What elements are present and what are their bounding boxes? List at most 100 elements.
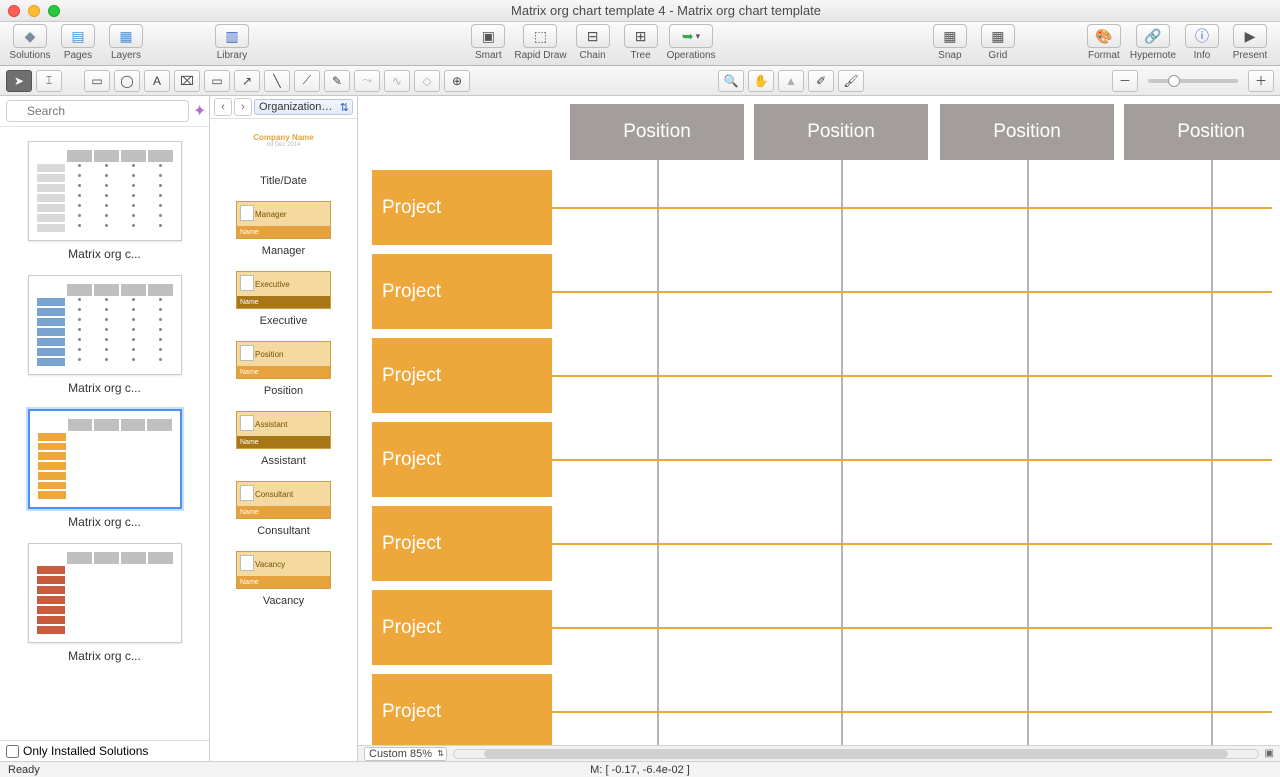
template-thumbnail-label: Matrix org c... bbox=[14, 515, 195, 529]
info-icon: ⓘ bbox=[1195, 26, 1209, 46]
callout-tool[interactable]: ▭ bbox=[204, 70, 230, 92]
library-shape[interactable]: ManagerNameManager bbox=[216, 199, 351, 257]
pen-icon: ✎ bbox=[332, 74, 342, 88]
template-thumbnail[interactable]: Matrix org c... bbox=[14, 275, 195, 395]
project-box[interactable]: Project bbox=[372, 338, 552, 413]
eyedropper-tool[interactable]: ✐ bbox=[808, 70, 834, 92]
zoom-in-button[interactable]: ＋ bbox=[1248, 70, 1274, 92]
text-select-tool[interactable]: ⌶ bbox=[36, 70, 62, 92]
text-tool[interactable]: A bbox=[144, 70, 170, 92]
layers-icon: ▦ bbox=[119, 28, 132, 45]
rectangle-tool[interactable]: ▭ bbox=[84, 70, 110, 92]
zoom-combo[interactable]: Custom 85% ⇅ bbox=[364, 747, 447, 761]
line-tool[interactable]: ╲ bbox=[264, 70, 290, 92]
smart-button[interactable]: ▣Smart bbox=[466, 24, 510, 61]
zoom-window-icon[interactable] bbox=[48, 5, 60, 17]
grid-button[interactable]: ▦Grid bbox=[976, 24, 1020, 61]
ellipse-tool[interactable]: ◯ bbox=[114, 70, 140, 92]
library-forward-button[interactable]: › bbox=[234, 98, 252, 116]
hand-tool[interactable]: ✋ bbox=[748, 70, 774, 92]
connector-tool[interactable]: ⤳ bbox=[354, 70, 380, 92]
project-box[interactable]: Project bbox=[372, 506, 552, 581]
bezier-icon: ∿ bbox=[392, 74, 402, 88]
library-shape[interactable]: ExecutiveNameExecutive bbox=[216, 269, 351, 327]
library-back-button[interactable]: ‹ bbox=[214, 98, 232, 116]
position-header[interactable]: Position bbox=[570, 104, 744, 160]
minimize-window-icon[interactable] bbox=[28, 5, 40, 17]
library-button[interactable]: ▥Library bbox=[210, 24, 254, 61]
ellipse-icon: ◯ bbox=[120, 74, 133, 88]
canvas[interactable]: PositionPositionPositionPositionProjectP… bbox=[358, 96, 1280, 761]
insert-tool[interactable]: ⊕ bbox=[444, 70, 470, 92]
fit-page-icon[interactable]: ▣ bbox=[1265, 748, 1274, 759]
snap-button[interactable]: ▦Snap bbox=[928, 24, 972, 61]
magnifier-icon: 🔍 bbox=[724, 74, 739, 88]
present-icon: ▶ bbox=[1245, 28, 1256, 45]
project-box[interactable]: Project bbox=[372, 590, 552, 665]
library-shape[interactable]: ConsultantNameConsultant bbox=[216, 479, 351, 537]
select-tool[interactable]: ➤ bbox=[6, 70, 32, 92]
rapid-draw-button[interactable]: ⬚Rapid Draw bbox=[514, 24, 566, 61]
zoom-tool[interactable]: 🔍 bbox=[718, 70, 744, 92]
stamp-icon: ▲ bbox=[785, 74, 797, 88]
text-cursor-icon: ⌶ bbox=[45, 73, 52, 88]
library-shape-label: Consultant bbox=[216, 525, 351, 537]
template-thumbnail[interactable]: Matrix org c... bbox=[14, 543, 195, 663]
only-installed-checkbox[interactable] bbox=[6, 745, 19, 758]
position-header[interactable]: Position bbox=[940, 104, 1114, 160]
canvas-area[interactable]: PositionPositionPositionPositionProjectP… bbox=[358, 96, 1280, 761]
window-controls bbox=[8, 5, 60, 17]
line-icon: ╲ bbox=[273, 74, 280, 88]
insert-icon: ⊕ bbox=[452, 74, 462, 88]
project-box[interactable]: Project bbox=[372, 422, 552, 497]
horizontal-scrollbar[interactable] bbox=[453, 749, 1259, 759]
textbox-tool[interactable]: ⌧ bbox=[174, 70, 200, 92]
templates-panel: ✦ Matrix org c... Matrix org c... Matrix o… bbox=[0, 96, 210, 761]
scrollbar-thumb[interactable] bbox=[484, 750, 1228, 758]
solutions-button[interactable]: ◆Solutions bbox=[8, 24, 52, 61]
close-window-icon[interactable] bbox=[8, 5, 20, 17]
library-selector[interactable]: Organizationa... ⇅ bbox=[254, 99, 353, 115]
brush-tool[interactable]: 🖌 bbox=[838, 70, 864, 92]
filter-icon[interactable]: ✦ bbox=[193, 101, 206, 121]
arrow-tool[interactable]: ↗ bbox=[234, 70, 260, 92]
diamond-icon: ◆ bbox=[25, 28, 36, 45]
position-header[interactable]: Position bbox=[754, 104, 928, 160]
titlebar: Matrix org chart template 4 - Matrix org… bbox=[0, 0, 1280, 22]
curve-tool[interactable]: ⟋ bbox=[294, 70, 320, 92]
position-header[interactable]: Position bbox=[1124, 104, 1280, 160]
zoom-out-button[interactable]: － bbox=[1112, 70, 1138, 92]
bezier-tool[interactable]: ∿ bbox=[384, 70, 410, 92]
search-input[interactable] bbox=[6, 100, 189, 122]
project-box[interactable]: Project bbox=[372, 254, 552, 329]
operations-button[interactable]: ➥▾Operations bbox=[667, 24, 716, 61]
zoom-slider-thumb[interactable] bbox=[1168, 75, 1180, 87]
info-button[interactable]: ⓘInfo bbox=[1180, 24, 1224, 61]
library-shape[interactable]: AssistantNameAssistant bbox=[216, 409, 351, 467]
project-box[interactable]: Project bbox=[372, 170, 552, 245]
pages-button[interactable]: ▤Pages bbox=[56, 24, 100, 61]
layers-button[interactable]: ▦Layers bbox=[104, 24, 148, 61]
zoom-slider[interactable] bbox=[1148, 79, 1238, 83]
template-thumbnail[interactable]: Matrix org c... bbox=[14, 409, 195, 529]
library-icon: ▥ bbox=[225, 28, 238, 45]
hypernote-button[interactable]: 🔗Hypernote bbox=[1130, 24, 1176, 61]
chain-button[interactable]: ⊟Chain bbox=[571, 24, 615, 61]
rectangle-icon: ▭ bbox=[91, 74, 102, 88]
template-thumbnail[interactable]: Matrix org c... bbox=[14, 141, 195, 261]
present-button[interactable]: ▶Present bbox=[1228, 24, 1272, 61]
library-shape[interactable]: PositionNamePosition bbox=[216, 339, 351, 397]
pen-tool[interactable]: ✎ bbox=[324, 70, 350, 92]
library-shape-label: Title/Date bbox=[216, 175, 351, 187]
stamp-tool[interactable]: ▲ bbox=[778, 70, 804, 92]
chain-icon: ⊟ bbox=[587, 28, 599, 45]
search-wrap bbox=[6, 100, 189, 122]
format-button[interactable]: 🎨Format bbox=[1082, 24, 1126, 61]
shape-tool[interactable]: ◇ bbox=[414, 70, 440, 92]
library-shape[interactable]: Company Namedd Dec 2014Title/Date bbox=[216, 129, 351, 187]
window-title: Matrix org chart template 4 - Matrix org… bbox=[60, 3, 1272, 18]
rapid-draw-icon: ⬚ bbox=[534, 28, 547, 45]
library-shape[interactable]: VacancyNameVacancy bbox=[216, 549, 351, 607]
project-box[interactable]: Project bbox=[372, 674, 552, 749]
tree-button[interactable]: ⊞Tree bbox=[619, 24, 663, 61]
